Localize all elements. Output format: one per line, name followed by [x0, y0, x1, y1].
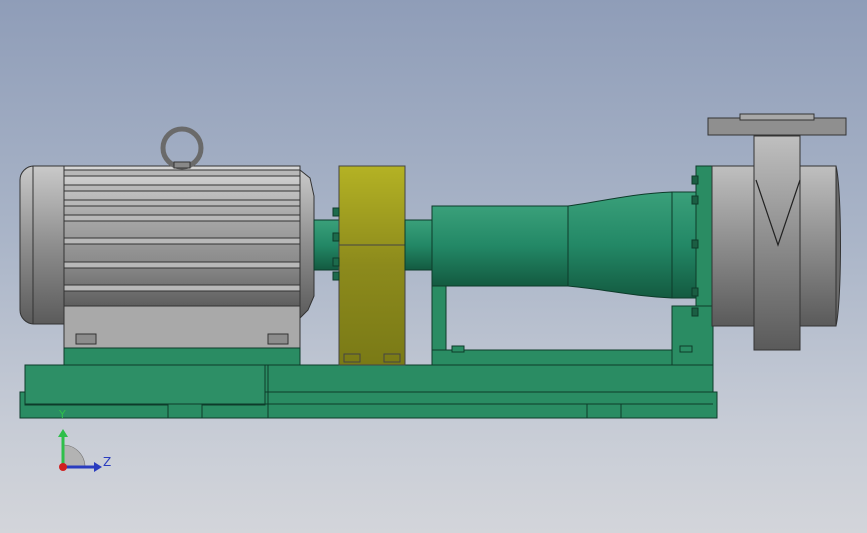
graphics-viewport[interactable]: Y Z	[0, 0, 867, 533]
pump-assembly-model[interactable]	[0, 0, 867, 533]
pump-casing[interactable]	[707, 113, 847, 351]
electric-motor[interactable]	[19, 126, 315, 366]
lifting-eye	[160, 126, 204, 170]
coordinate-triad: Y Z	[40, 405, 130, 485]
motor-foot	[63, 305, 301, 349]
coupling-guard[interactable]	[332, 165, 406, 366]
bearing-housing[interactable]	[431, 165, 715, 317]
axis-y-label: Y	[59, 408, 66, 421]
discharge-flange	[707, 117, 847, 136]
triad-axes	[58, 429, 102, 472]
axis-z-label: Z	[103, 455, 112, 469]
